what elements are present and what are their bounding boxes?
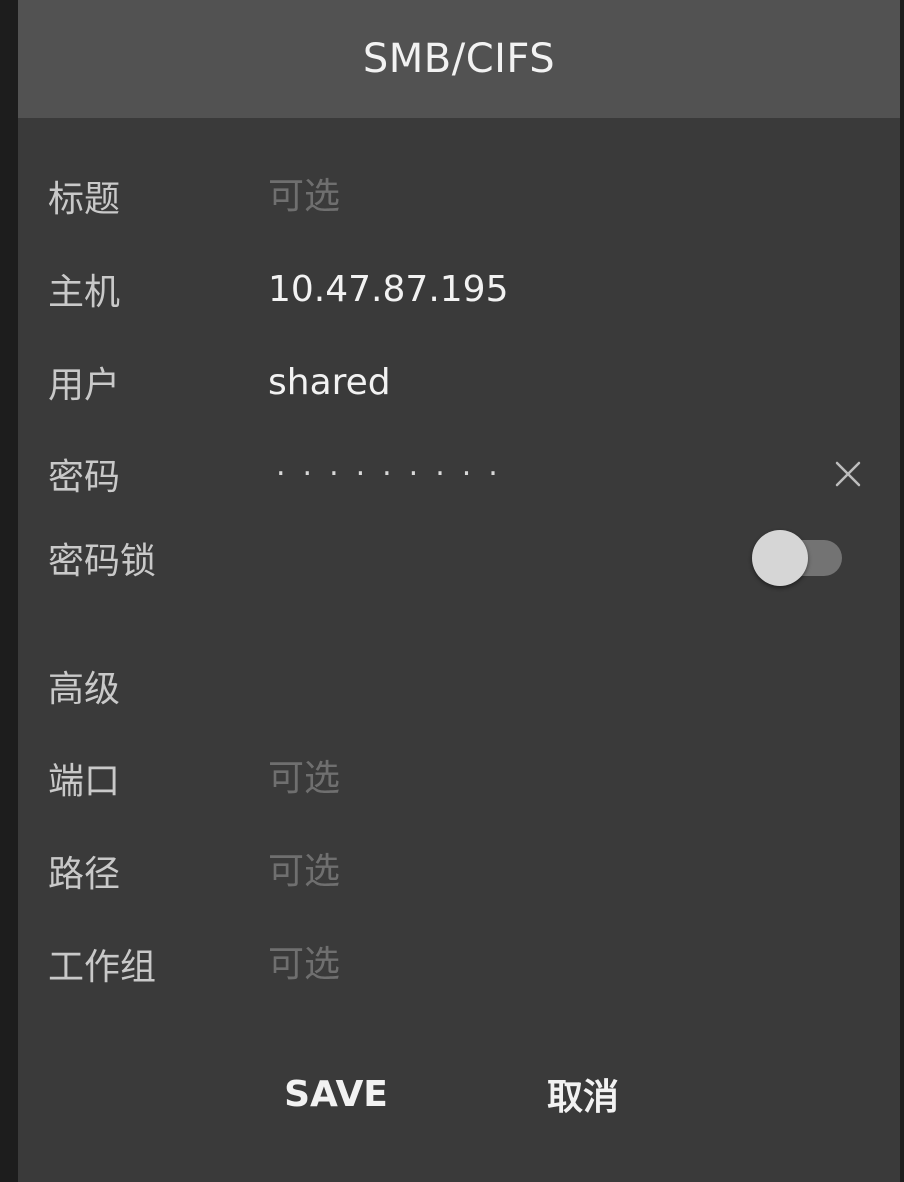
host-label: 主机 [48, 272, 121, 313]
workgroup-input[interactable] [268, 934, 808, 994]
user-label: 用户 [48, 365, 121, 406]
clear-password-button[interactable] [824, 450, 872, 498]
password-lock-row: 密码锁 [18, 518, 900, 598]
title-label: 标题 [48, 179, 121, 220]
path-row: 路径 [18, 831, 900, 911]
host-input[interactable] [268, 259, 808, 319]
dialog-header: SMB/CIFS [18, 0, 900, 118]
title-row: 标题 [18, 156, 900, 236]
port-input[interactable] [268, 748, 808, 808]
close-icon [835, 461, 861, 487]
toggle-thumb [752, 530, 808, 586]
workgroup-row: 工作组 [18, 924, 900, 1004]
title-input[interactable] [268, 166, 808, 226]
workgroup-label: 工作组 [48, 947, 157, 988]
password-input[interactable]: ········· [276, 457, 515, 492]
password-lock-toggle[interactable] [752, 530, 842, 586]
advanced-heading: 高级 [48, 669, 121, 710]
save-button[interactable]: SAVE [258, 1058, 414, 1130]
password-label: 密码 [48, 457, 121, 498]
smb-dialog: SMB/CIFS 标题 主机 用户 密码 ········· 密码锁 高 [18, 0, 900, 1182]
path-input[interactable] [268, 841, 808, 901]
port-row: 端口 [18, 738, 900, 818]
dialog-title: SMB/CIFS [362, 36, 556, 82]
user-input[interactable] [268, 352, 808, 412]
port-label: 端口 [48, 761, 121, 802]
path-label: 路径 [48, 854, 121, 895]
dialog-actions: SAVE 取消 [18, 1058, 900, 1130]
password-lock-label: 密码锁 [48, 541, 157, 582]
password-row: 密码 ········· [18, 434, 900, 514]
cancel-button[interactable]: 取消 [518, 1058, 648, 1130]
host-row: 主机 [18, 249, 900, 329]
user-row: 用户 [18, 342, 900, 422]
